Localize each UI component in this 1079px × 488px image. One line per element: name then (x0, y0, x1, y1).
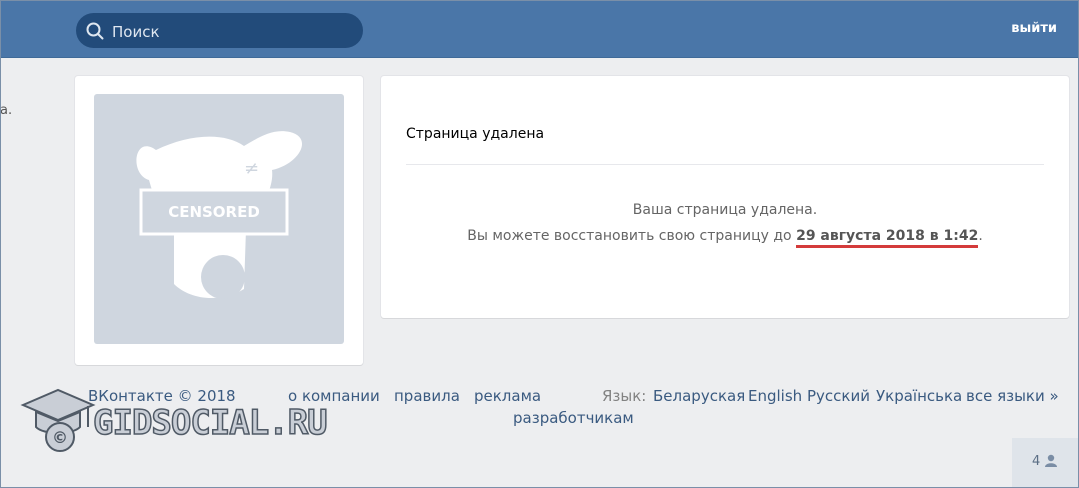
language-english[interactable]: English (748, 387, 802, 405)
user-icon (1045, 454, 1057, 467)
footer-link-rules[interactable]: правила (394, 387, 460, 405)
footer-link-ads[interactable]: реклама (474, 387, 541, 405)
online-count: 4 (1032, 454, 1041, 469)
language-russian[interactable]: Русский (807, 387, 870, 405)
restore-message: Вы можете восстановить свою страницу до … (381, 228, 1069, 248)
language-label: Язык: (602, 387, 647, 405)
deleted-message: Ваша страница удалена. (632, 202, 818, 218)
page-title: Страница удалена (406, 126, 545, 142)
language-ukrainian[interactable]: Українська (876, 387, 962, 405)
divider (406, 164, 1044, 165)
language-belarusian[interactable]: Беларуская (653, 387, 745, 405)
restore-message-prefix: Вы можете восстановить свою страницу до (467, 228, 797, 244)
footer-link-developers[interactable]: разработчикам (513, 409, 634, 427)
restore-message-suffix: . (978, 228, 983, 244)
restore-deadline: 29 августа 2018 в 1:42 (796, 228, 979, 248)
search-input[interactable] (110, 13, 354, 50)
all-languages-link[interactable]: все языки » (966, 387, 1059, 405)
search-icon (86, 22, 104, 40)
site-watermark: © GIDSOCIAL.RU (18, 385, 338, 455)
graduation-cap-icon: © (20, 388, 96, 452)
svg-text:©: © (52, 428, 68, 447)
deleted-page-card: Страница удалена Ваша страница удалена. … (381, 76, 1069, 318)
logout-link[interactable]: выйти (1011, 21, 1057, 36)
search-box[interactable] (76, 13, 363, 50)
cut-off-text: a. (0, 103, 13, 118)
online-counter[interactable]: 4 (1012, 438, 1079, 488)
top-header: выйти (0, 0, 1079, 58)
svg-text:≠: ≠ (244, 158, 259, 179)
watermark-text: GIDSOCIAL.RU (92, 402, 328, 444)
deleted-user-avatar: ≠ CENSORED (94, 94, 344, 344)
avatar-card: ≠ CENSORED (75, 76, 363, 365)
censored-dog-icon: ≠ CENSORED (136, 131, 303, 299)
censored-label: CENSORED (168, 203, 260, 221)
